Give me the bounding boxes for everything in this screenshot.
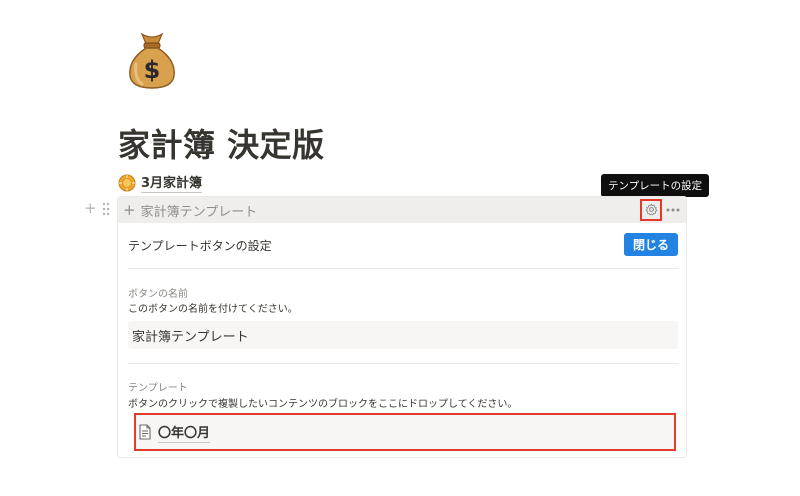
close-button[interactable]: 閉じる bbox=[624, 233, 678, 256]
button-name-help: このボタンの名前を付けてください。 bbox=[128, 304, 298, 315]
button-name-label: ボタンの名前 bbox=[128, 289, 188, 300]
divider bbox=[128, 268, 678, 269]
plus-icon: + bbox=[123, 200, 136, 219]
subpage-link[interactable]: 3月家計簿 bbox=[118, 172, 203, 193]
template-settings-button[interactable] bbox=[640, 199, 662, 221]
more-icon[interactable] bbox=[665, 202, 681, 218]
gear-icon bbox=[645, 201, 658, 220]
template-content-label: 〇年〇月 bbox=[158, 422, 211, 443]
settings-header: テンプレートボタンの設定 閉じる bbox=[128, 233, 678, 257]
template-button-label: 家計簿テンプレート bbox=[140, 204, 258, 220]
template-label: テンプレート bbox=[128, 383, 188, 394]
template-button[interactable]: + 家計簿テンプレート bbox=[118, 197, 686, 223]
subpage-link-label: 3月家計簿 bbox=[141, 172, 203, 193]
coin-icon bbox=[118, 174, 136, 192]
page-title[interactable]: 家計簿 決定版 bbox=[118, 120, 325, 166]
document-icon bbox=[138, 424, 152, 440]
settings-tooltip: テンプレートの設定 bbox=[601, 174, 710, 197]
button-name-input[interactable] bbox=[128, 321, 678, 349]
template-button-block: + 家計簿テンプレート テンプレートボタンの設定 閉じる ボタンの名前 このボタ… bbox=[117, 196, 687, 458]
svg-text:$: $ bbox=[144, 56, 161, 84]
money-bag-icon[interactable]: $ bbox=[124, 30, 180, 90]
settings-title: テンプレートボタンの設定 bbox=[128, 239, 272, 253]
divider bbox=[128, 363, 678, 364]
template-content-page[interactable]: 〇年〇月 bbox=[134, 413, 676, 451]
drag-handle-icon[interactable] bbox=[102, 201, 110, 216]
add-block-icon[interactable]: + bbox=[84, 199, 97, 217]
template-help: ボタンのクリックで複製したいコンテンツのブロックをここにドロップしてください。 bbox=[128, 399, 518, 410]
